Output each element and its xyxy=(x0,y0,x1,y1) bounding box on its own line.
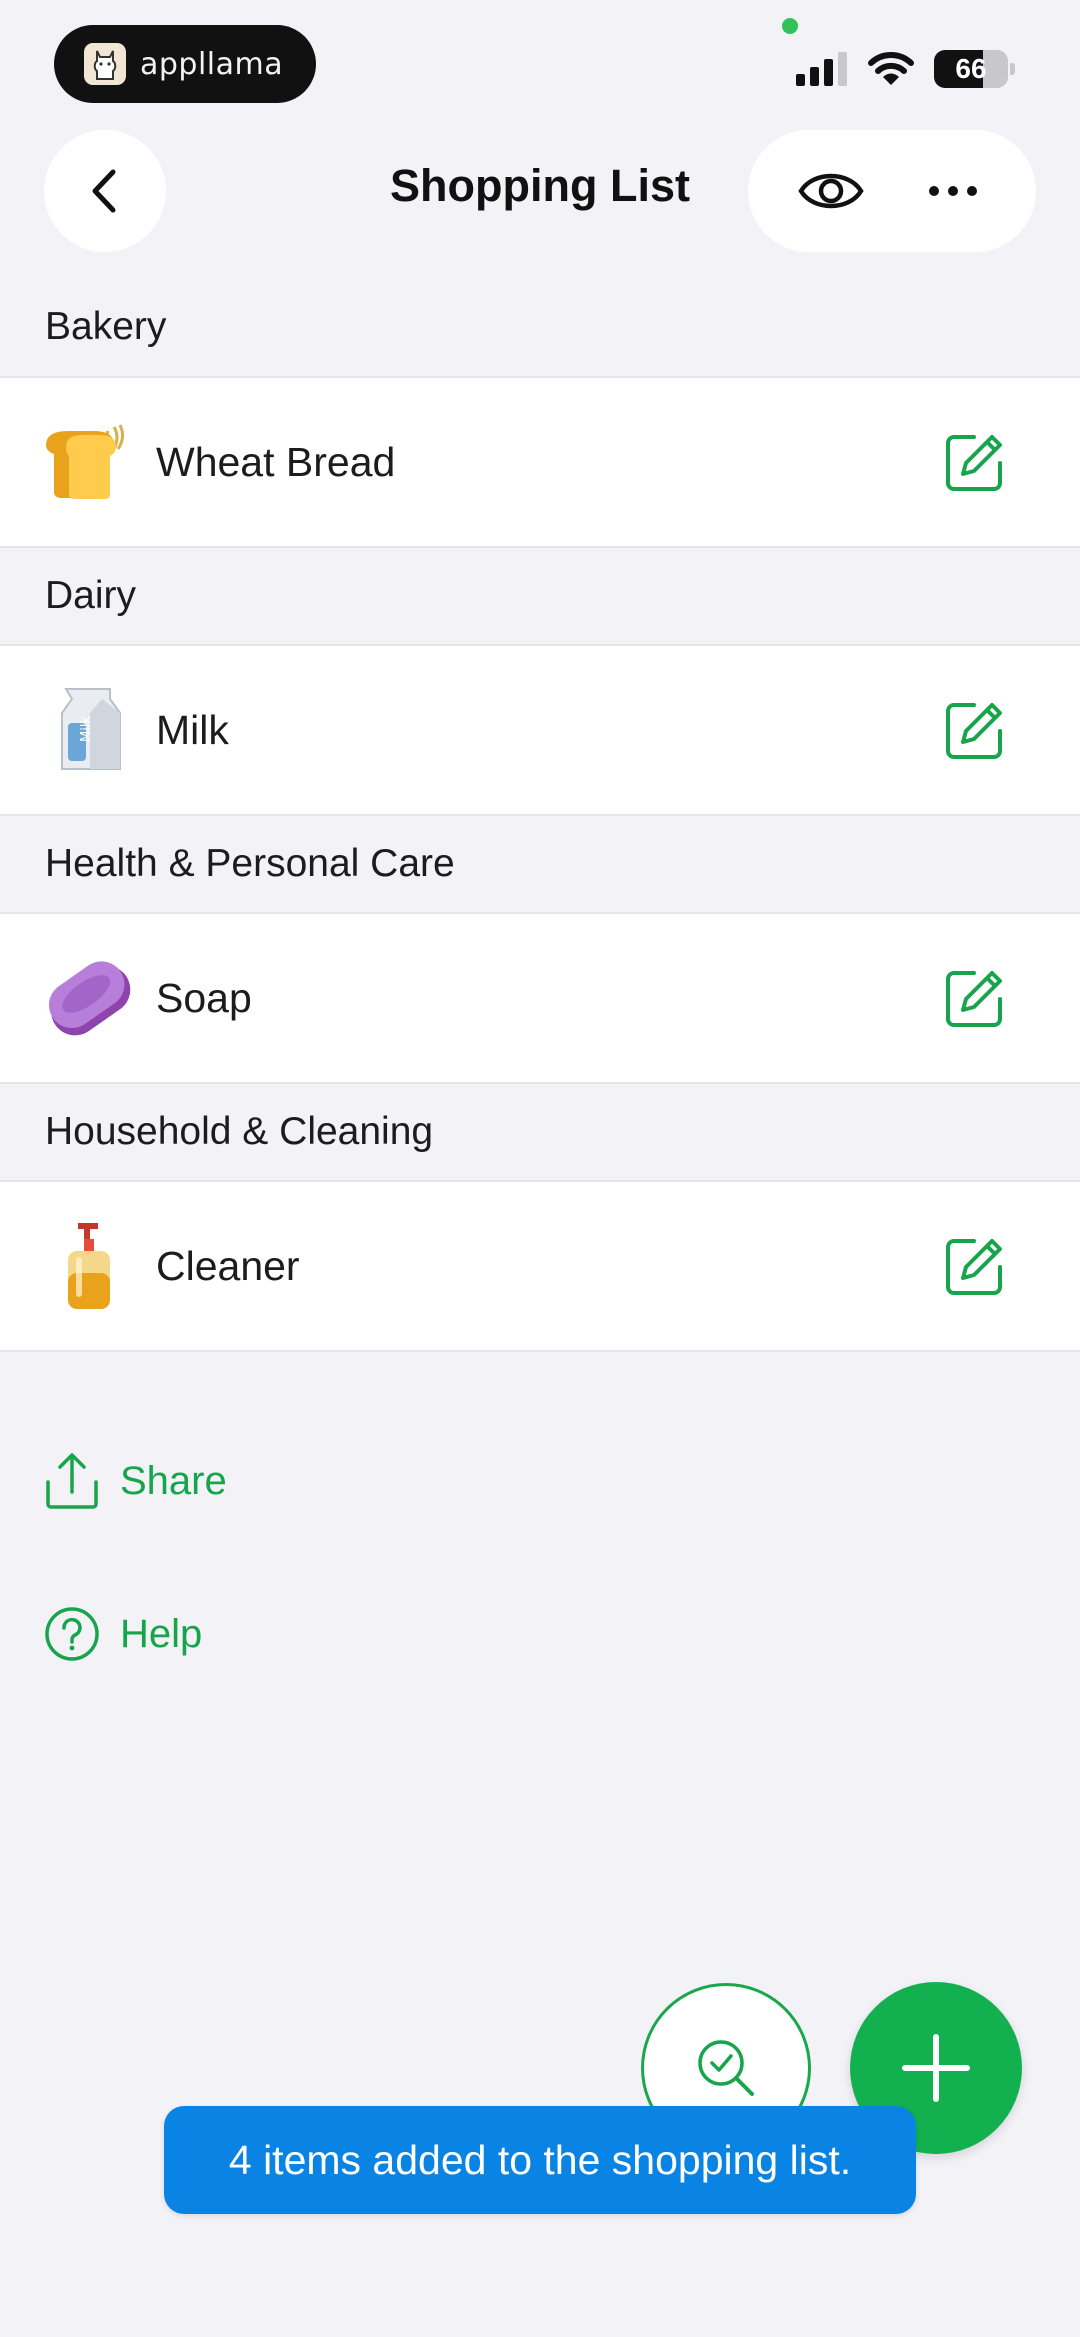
more-icon xyxy=(929,186,977,196)
edit-icon[interactable] xyxy=(944,431,1006,493)
svg-text:Milk: Milk xyxy=(79,716,94,742)
llama-logo-icon xyxy=(84,43,126,85)
help-link[interactable]: Help xyxy=(44,1606,202,1662)
list-item-soap[interactable]: Soap xyxy=(0,912,1080,1084)
status-icons: 66 xyxy=(796,50,1015,88)
share-label: Share xyxy=(120,1458,227,1503)
item-name: Cleaner xyxy=(156,1242,300,1289)
item-name: Wheat Bread xyxy=(156,438,396,485)
section-header-bakery: Bakery xyxy=(45,305,167,348)
share-icon xyxy=(46,1453,98,1509)
plus-icon xyxy=(902,2034,970,2102)
app-badge-text: appllama xyxy=(140,46,284,82)
help-icon xyxy=(45,1607,99,1661)
edit-icon[interactable] xyxy=(944,699,1006,761)
view-button[interactable] xyxy=(786,146,876,236)
eye-icon xyxy=(798,173,864,209)
share-link[interactable]: Share xyxy=(44,1452,227,1510)
battery-icon: 66 xyxy=(934,50,1015,88)
item-name: Soap xyxy=(156,974,252,1021)
app-badge: appllama xyxy=(54,25,316,103)
search-check-icon xyxy=(698,2040,754,2096)
help-label: Help xyxy=(120,1611,203,1656)
list-item-wheat-bread[interactable]: Wheat Bread xyxy=(0,376,1080,548)
bread-icon xyxy=(46,424,125,499)
list-item-milk[interactable]: Milk Milk xyxy=(0,644,1080,816)
toast-message: 4 items added to the shopping list. xyxy=(164,2106,916,2214)
section-header-dairy: Dairy xyxy=(45,574,137,617)
edit-icon[interactable] xyxy=(944,967,1006,1029)
battery-level: 66 xyxy=(955,53,987,84)
screen: appllama 66 Shopping List Bakery Wheat B… xyxy=(0,0,1080,2337)
more-button[interactable] xyxy=(908,146,998,236)
camera-indicator xyxy=(782,18,798,34)
milk-icon: Milk xyxy=(61,688,121,770)
list-item-cleaner[interactable]: Cleaner xyxy=(0,1180,1080,1352)
wifi-icon xyxy=(868,52,914,85)
signal-icon xyxy=(796,52,847,86)
edit-icon[interactable] xyxy=(944,1235,1006,1297)
cleaner-icon xyxy=(68,1223,110,1309)
soap-icon xyxy=(48,961,131,1036)
section-header-household: Household & Cleaning xyxy=(45,1110,434,1153)
header-actions xyxy=(748,130,1036,252)
item-name: Milk xyxy=(156,706,229,753)
section-header-health: Health & Personal Care xyxy=(45,842,455,885)
